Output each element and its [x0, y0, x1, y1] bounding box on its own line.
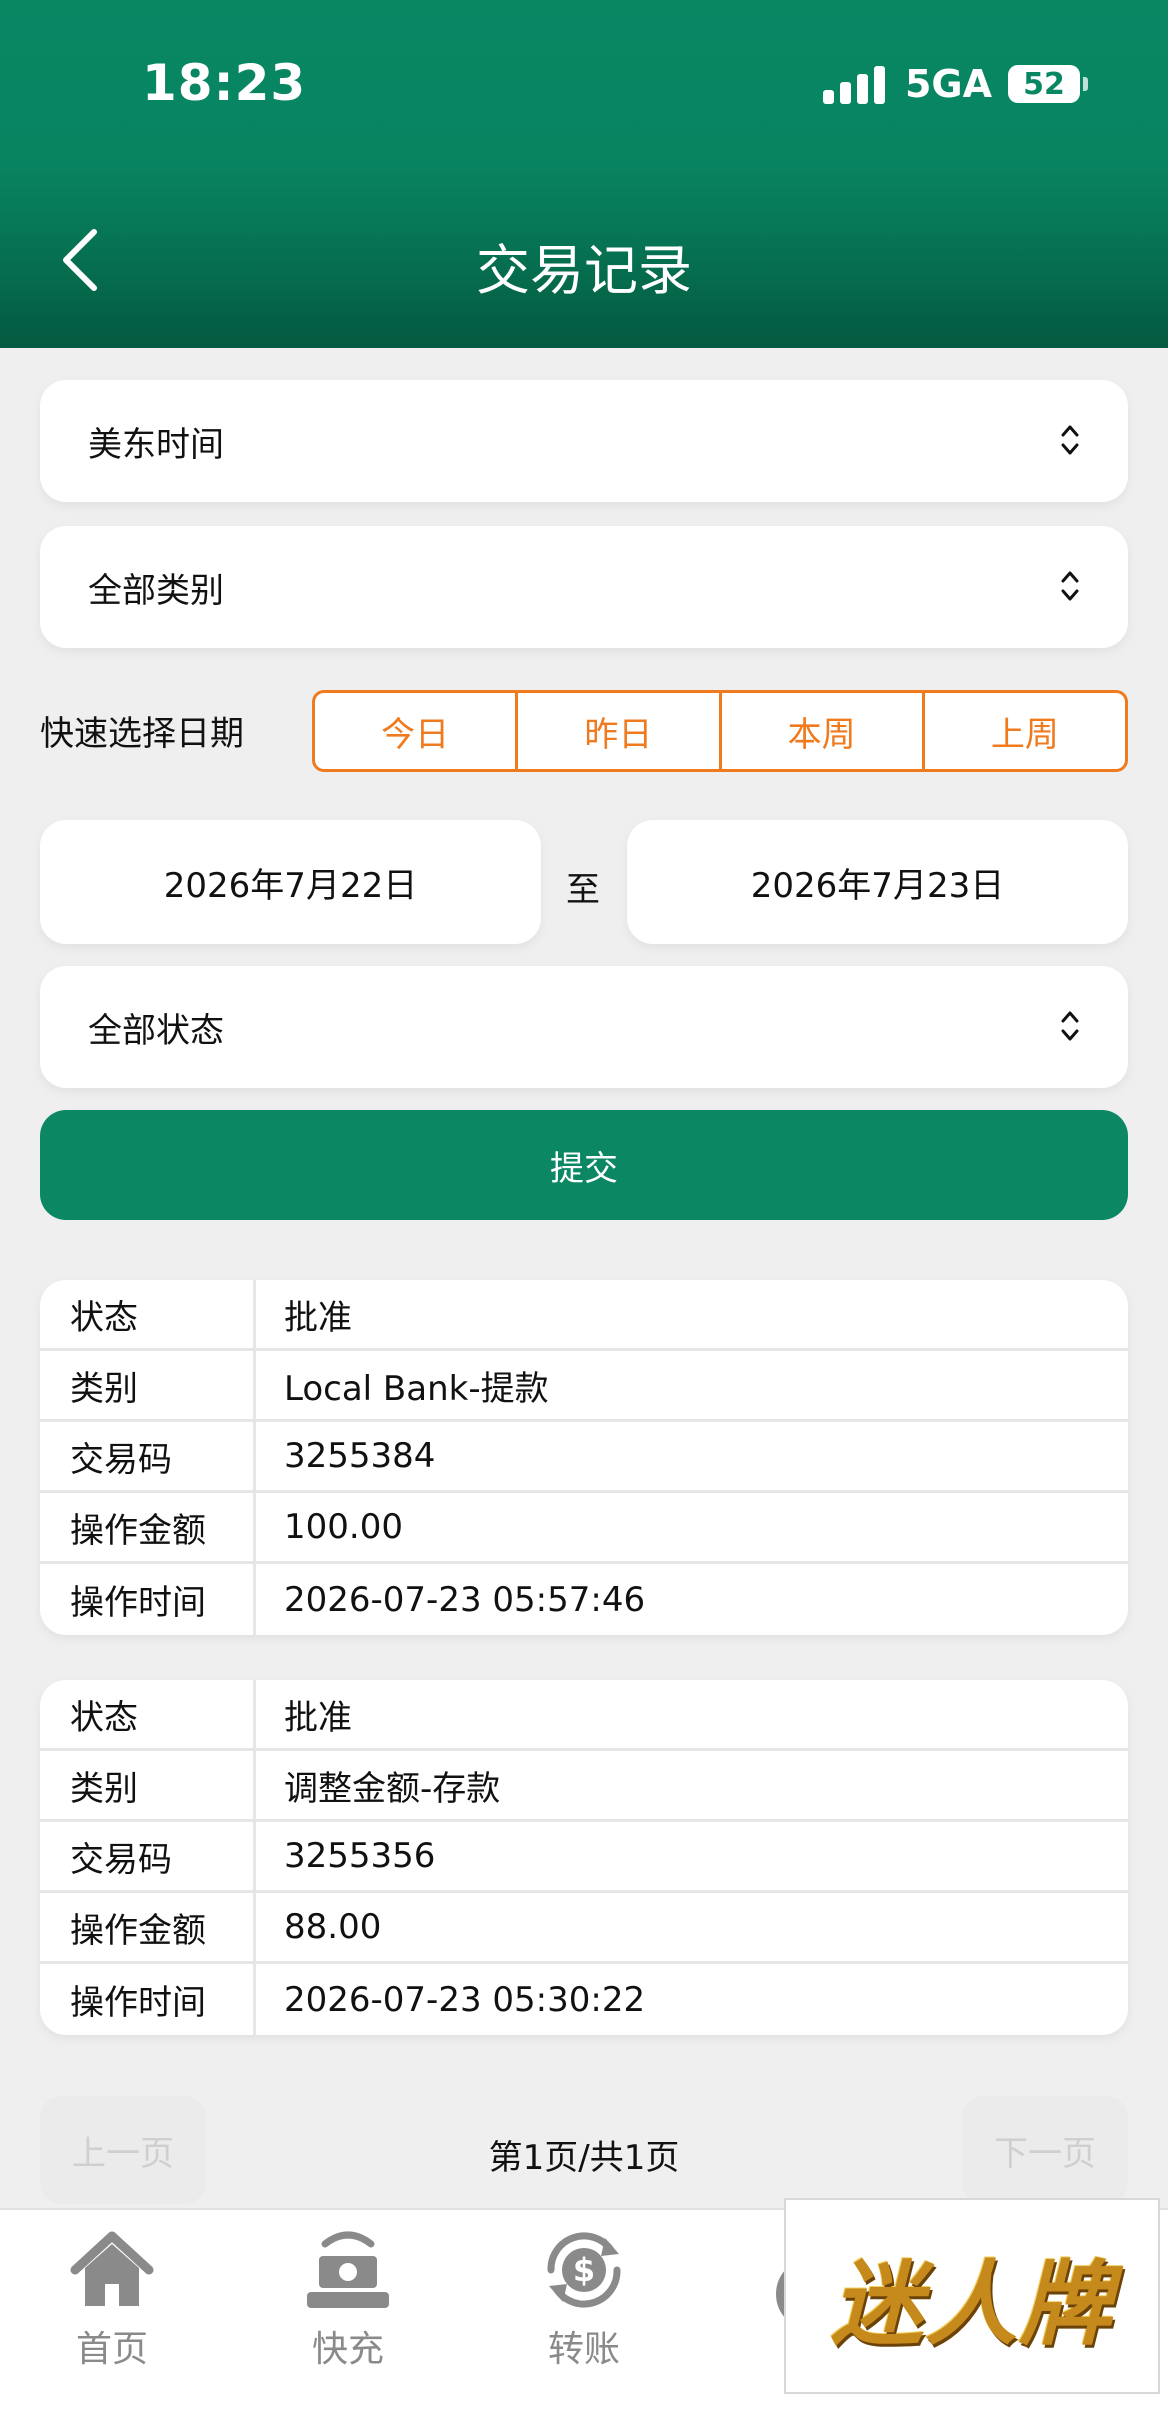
quick-date-label: 快速选择日期 — [40, 714, 244, 754]
tab-home[interactable]: 首页 — [32, 2228, 192, 2372]
tab-label: 首页 — [75, 2329, 148, 2370]
next-page-button[interactable]: 下一页 — [962, 2096, 1128, 2204]
quick-date-segment: 今日 昨日 本周 上周 — [312, 690, 1128, 772]
record-key: 操作时间 — [40, 1964, 256, 2035]
header: 18:23 5GA 52 交易记录 — [0, 0, 1168, 348]
battery-icon: 52 — [1008, 65, 1088, 103]
date-from-input[interactable]: 2026年7月22日 — [40, 820, 541, 944]
home-icon — [70, 2231, 154, 2306]
date-range-separator: 至 — [566, 870, 600, 910]
table-row: 操作金额 88.00 — [40, 1893, 1128, 1964]
transfer-icon: $ — [547, 2232, 621, 2308]
date-to-input[interactable]: 2026年7月23日 — [627, 820, 1128, 944]
brand-badge-text: 迷人牌 — [830, 2250, 1113, 2358]
quick-date-last-week[interactable]: 上周 — [925, 693, 1125, 769]
page-title: 交易记录 — [476, 239, 692, 302]
table-row: 操作时间 2026-07-23 05:30:22 — [40, 1964, 1128, 2035]
record-key: 状态 — [40, 1280, 256, 1348]
status-time: 18:23 — [142, 54, 307, 112]
record-value: 3255384 — [284, 1436, 436, 1476]
record-value: 88.00 — [284, 1907, 382, 1947]
table-row: 类别 调整金额-存款 — [40, 1751, 1128, 1822]
timezone-value: 美东时间 — [88, 424, 224, 465]
select-arrows-icon — [1061, 571, 1079, 601]
record-value: 2026-07-23 05:57:46 — [284, 1579, 646, 1620]
record-value: 调整金额-存款 — [284, 1768, 501, 1809]
transaction-record: 状态 批准 类别 调整金额-存款 交易码 3255356 操作金额 88.00 操作时间… — [40, 1680, 1128, 2035]
status-value: 全部状态 — [88, 1010, 224, 1051]
record-value: 2026-07-23 05:30:22 — [284, 1979, 646, 2020]
select-arrows-icon — [1061, 1011, 1079, 1041]
category-select[interactable]: 全部类别 — [40, 526, 1128, 648]
record-key: 状态 — [40, 1680, 256, 1748]
table-row: 交易码 3255356 — [40, 1822, 1128, 1893]
record-key: 类别 — [40, 1351, 256, 1419]
record-value: Local Bank-提款 — [284, 1368, 549, 1409]
transaction-record: 状态 批准 类别 Local Bank-提款 交易码 3255384 操作金额 100.… — [40, 1280, 1128, 1635]
timezone-select[interactable]: 美东时间 — [40, 380, 1128, 502]
status-select[interactable]: 全部状态 — [40, 966, 1128, 1088]
record-value: 100.00 — [284, 1507, 403, 1547]
quick-charge-icon — [307, 2231, 389, 2308]
record-key: 操作金额 — [40, 1893, 256, 1961]
status-indicators: 5GA 52 — [822, 62, 1088, 106]
quick-date-this-week[interactable]: 本周 — [722, 693, 925, 769]
record-key: 操作时间 — [40, 1564, 256, 1635]
record-value: 批准 — [284, 1697, 352, 1738]
tab-quick-charge[interactable]: 快充 — [268, 2228, 428, 2372]
record-key: 交易码 — [40, 1422, 256, 1490]
record-key: 类别 — [40, 1751, 256, 1819]
svg-text:$: $ — [573, 2251, 595, 2289]
quick-date-today[interactable]: 今日 — [315, 693, 519, 769]
brand-badge: 迷人牌 — [784, 2198, 1160, 2394]
tab-label: 快充 — [311, 2329, 384, 2370]
category-value: 全部类别 — [88, 570, 224, 611]
signal-icon — [822, 64, 885, 104]
table-row: 状态 批准 — [40, 1280, 1128, 1351]
table-row: 状态 批准 — [40, 1680, 1128, 1751]
table-row: 操作金额 100.00 — [40, 1493, 1128, 1564]
tab-transfer[interactable]: $ 转账 — [504, 2228, 664, 2372]
quick-date-yesterday[interactable]: 昨日 — [518, 693, 722, 769]
table-row: 类别 Local Bank-提款 — [40, 1351, 1128, 1422]
record-key: 交易码 — [40, 1822, 256, 1890]
record-key: 操作金额 — [40, 1493, 256, 1561]
network-type: 5GA — [904, 62, 992, 106]
submit-button[interactable]: 提交 — [40, 1110, 1128, 1220]
tab-label: 转账 — [547, 2329, 620, 2370]
select-arrows-icon — [1061, 425, 1079, 455]
record-value: 3255356 — [284, 1836, 436, 1876]
table-row: 交易码 3255384 — [40, 1422, 1128, 1493]
record-value: 批准 — [284, 1297, 352, 1338]
table-row: 操作时间 2026-07-23 05:57:46 — [40, 1564, 1128, 1635]
